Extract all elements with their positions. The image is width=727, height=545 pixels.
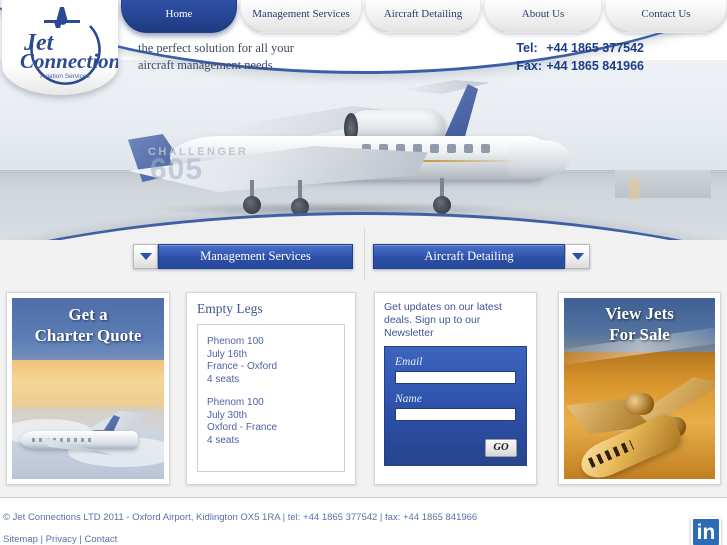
charter-quote-title-line-1: Get a: [68, 305, 108, 324]
empty-leg-item[interactable]: Phenom 100 July 16th France - Oxford 4 s…: [207, 336, 335, 386]
empty-leg-route: Oxford - France: [207, 422, 278, 433]
linkedin-icon[interactable]: in: [691, 517, 721, 545]
empty-leg-seats: 4 seats: [207, 434, 240, 446]
newsletter-panel: Get updates on our latest deals. Sign up…: [374, 292, 537, 485]
aircraft-detailing-button-label: Aircraft Detailing: [373, 244, 565, 269]
charter-jet-illustration: [20, 409, 156, 455]
footer-links: Sitemap | Privacy | Contact: [3, 534, 117, 545]
page-footer: © Jet Connections LTD 2011 - Oxford Airp…: [0, 498, 727, 545]
nav-tab-management-services-label: Management Services: [252, 8, 350, 20]
tagline-line-2: aircraft management needs: [138, 58, 273, 72]
jet-connections-logo-icon: Jet Connections Aviation Services: [20, 7, 118, 85]
fax-value: +44 1865 841966: [546, 59, 644, 73]
nav-tab-contact-us[interactable]: Contact Us: [605, 0, 727, 33]
charter-quote-promo-image[interactable]: Get a Charter Quote: [12, 298, 164, 479]
chevron-down-icon-left[interactable]: [133, 244, 158, 269]
newsletter-name-label: Name: [395, 393, 422, 405]
golden-jet-illustration: [566, 363, 715, 479]
management-services-button[interactable]: Management Services: [133, 244, 353, 269]
empty-leg-seats: 4 seats: [207, 373, 240, 385]
newsletter-submit-button[interactable]: GO: [485, 439, 517, 457]
management-services-button-label: Management Services: [158, 244, 353, 269]
newsletter-email-label: Email: [395, 356, 423, 368]
jets-for-sale-panel[interactable]: View Jets For Sale: [558, 292, 721, 485]
footer-link-contact[interactable]: Contact: [85, 534, 118, 545]
footer-link-separator-1: |: [37, 534, 46, 545]
jets-for-sale-title-line-2: For Sale: [609, 325, 670, 344]
page-root: 605 CHALLENGER the perfect solution for …: [0, 0, 727, 545]
fax-label: Fax:: [516, 59, 543, 73]
newsletter-intro-text: Get updates on our latest deals. Sign up…: [384, 301, 502, 339]
telephone-value: +44 1865 377542: [546, 41, 644, 55]
aircraft-detailing-button[interactable]: Aircraft Detailing: [373, 244, 590, 269]
nav-tab-home[interactable]: Home: [121, 0, 237, 33]
empty-legs-list: Phenom 100 July 16th France - Oxford 4 s…: [197, 324, 345, 472]
nav-tab-aircraft-detailing[interactable]: Aircraft Detailing: [365, 0, 481, 33]
svg-text:Aviation Services: Aviation Services: [40, 73, 90, 80]
site-logo[interactable]: Jet Connections Aviation Services: [2, 0, 118, 95]
fax-row: Fax: +44 1865 841966: [516, 57, 644, 75]
service-button-row: Management Services Aircraft Detailing: [0, 244, 727, 272]
empty-leg-date: July 30th: [207, 409, 248, 421]
newsletter-email-input[interactable]: [395, 371, 516, 384]
linkedin-icon-glyph: in: [696, 521, 716, 544]
empty-leg-route: France - Oxford: [207, 361, 278, 372]
footer-copyright: © Jet Connections LTD 2011 - Oxford Airp…: [3, 512, 478, 523]
nav-tab-management-services[interactable]: Management Services: [240, 0, 362, 33]
nav-tab-contact-us-label: Contact Us: [641, 8, 691, 20]
nav-tab-about-us-label: About Us: [521, 8, 565, 20]
aircraft-model-text: CHALLENGER: [148, 146, 249, 158]
empty-legs-heading: Empty Legs: [197, 301, 263, 316]
jets-for-sale-title: View Jets For Sale: [564, 303, 715, 345]
footer-link-separator-2: |: [76, 534, 85, 545]
empty-leg-aircraft: Phenom 100: [207, 336, 264, 347]
newsletter-signup-form: Email Name GO: [384, 346, 527, 466]
contact-details: Tel: +44 1865 377542 Fax: +44 1865 841966: [516, 39, 644, 75]
empty-leg-date: July 16th: [207, 348, 248, 360]
nav-tab-home-label: Home: [165, 8, 193, 20]
telephone-label: Tel:: [516, 41, 538, 55]
footer-link-sitemap[interactable]: Sitemap: [3, 534, 38, 545]
svg-text:Connections: Connections: [20, 49, 118, 73]
empty-leg-aircraft: Phenom 100: [207, 397, 264, 408]
empty-legs-panel: Empty Legs Phenom 100 July 16th France -…: [186, 292, 356, 485]
empty-leg-item[interactable]: Phenom 100 July 30th Oxford - France 4 s…: [207, 397, 335, 447]
charter-quote-title-line-2: Charter Quote: [34, 326, 142, 345]
jets-for-sale-title-line-1: View Jets: [605, 304, 674, 323]
newsletter-name-input[interactable]: [395, 408, 516, 421]
footer-link-privacy[interactable]: Privacy: [46, 534, 77, 545]
chevron-down-icon-right[interactable]: [565, 244, 590, 269]
charter-quote-panel[interactable]: Get a Charter Quote: [6, 292, 170, 485]
tagline: the perfect solution for all your aircra…: [138, 40, 294, 74]
tagline-line-1: the perfect solution for all your: [138, 41, 294, 55]
nav-tab-about-us[interactable]: About Us: [484, 0, 602, 33]
promo-panel-row: Get a Charter Quote Empty Legs Phenom 10…: [0, 292, 727, 488]
charter-quote-title: Get a Charter Quote: [12, 304, 164, 346]
aircraft-number-text: 605: [150, 153, 204, 186]
telephone-row: Tel: +44 1865 377542: [516, 39, 644, 57]
nav-tab-aircraft-detailing-label: Aircraft Detailing: [383, 8, 463, 20]
hangar-building: [615, 168, 711, 200]
jets-for-sale-promo-image[interactable]: View Jets For Sale: [564, 298, 715, 479]
